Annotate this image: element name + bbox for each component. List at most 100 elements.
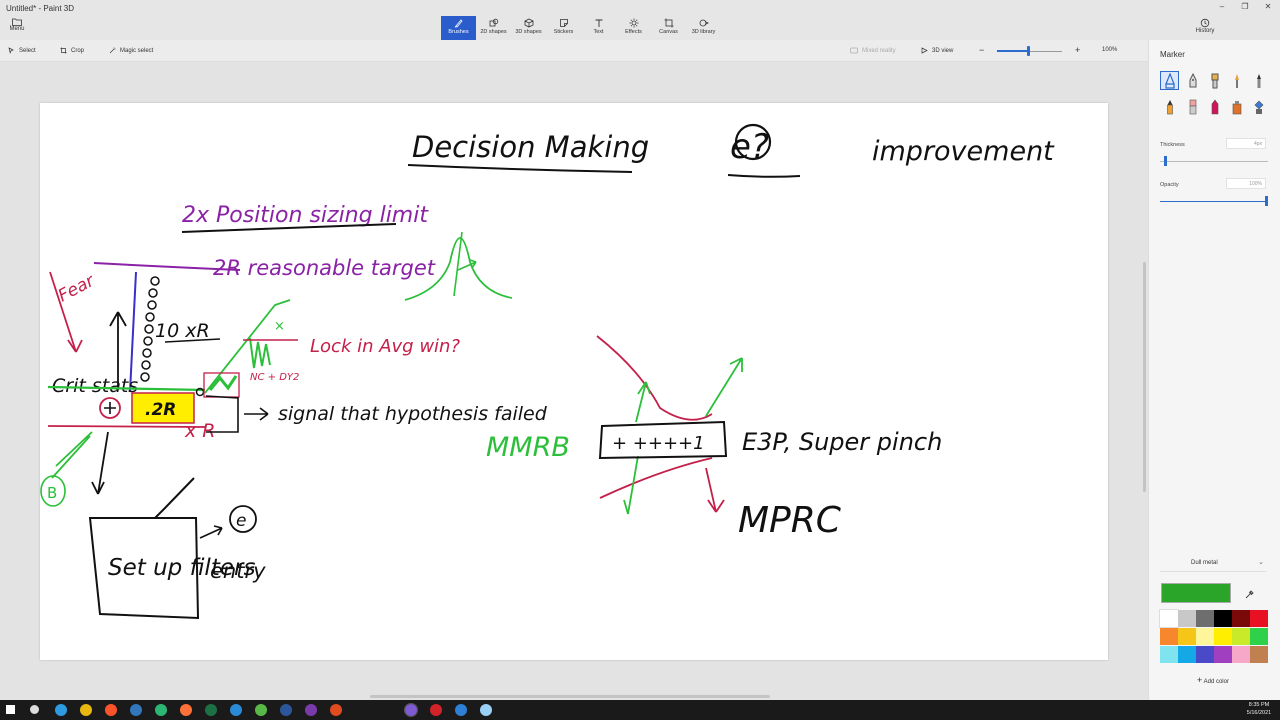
- app-blue-icon[interactable]: [230, 704, 242, 716]
- taskbar-clock[interactable]: 8:35 PM 5/16/2021: [1240, 701, 1278, 717]
- palette-swatch[interactable]: [1214, 610, 1232, 627]
- select-tool[interactable]: Select: [8, 47, 36, 54]
- opacity-slider[interactable]: [1160, 201, 1268, 202]
- zoom-slider-thumb[interactable]: [1027, 46, 1031, 56]
- opacity-input[interactable]: 100%: [1226, 178, 1266, 189]
- palette-swatch[interactable]: [1250, 646, 1268, 663]
- camtasia-icon[interactable]: [255, 704, 267, 716]
- brush-fill[interactable]: [1249, 97, 1268, 116]
- minimize-button[interactable]: –: [1212, 2, 1232, 11]
- mixed-reality-button[interactable]: Mixed reality: [850, 47, 896, 54]
- magic-select-label: Magic select: [120, 47, 154, 54]
- drawing-canvas[interactable]: Decision Making e? improvement 2x Positi…: [40, 103, 1108, 660]
- tab-effects[interactable]: Effects: [616, 16, 651, 40]
- note-ticks: + ++++1: [612, 433, 705, 454]
- eyedropper-button[interactable]: [1244, 587, 1254, 605]
- snip-icon[interactable]: [455, 704, 467, 716]
- pencil-icon: [1166, 99, 1173, 114]
- crop-tool[interactable]: Crop: [60, 47, 84, 54]
- title-bar: Untitled* - Paint 3D Menu Brushes 2D sha…: [0, 0, 1280, 40]
- brush-calligraphy-pen[interactable]: [1183, 71, 1202, 90]
- zoom-out-button[interactable]: −: [979, 45, 984, 55]
- tab-canvas[interactable]: Canvas: [651, 16, 686, 40]
- menu-button[interactable]: Menu: [6, 18, 28, 38]
- app-light-icon[interactable]: [480, 704, 492, 716]
- palette-swatch[interactable]: [1196, 646, 1214, 663]
- excel-icon[interactable]: [205, 704, 217, 716]
- tab-text[interactable]: Text: [581, 16, 616, 40]
- vertical-scrollbar[interactable]: [1143, 262, 1146, 492]
- finish-dropdown[interactable]: Dull metal ⌄: [1160, 556, 1266, 572]
- brush-watercolor[interactable]: [1227, 71, 1246, 90]
- palette-swatch[interactable]: [1196, 610, 1214, 627]
- folder-icon: [12, 18, 22, 26]
- palette-swatch[interactable]: [1250, 610, 1268, 627]
- palette-swatch[interactable]: [1232, 628, 1250, 645]
- brush-pixel-pen[interactable]: [1249, 71, 1268, 90]
- tab-2d-shapes[interactable]: 2D shapes: [476, 16, 511, 40]
- thickness-slider-thumb[interactable]: [1164, 156, 1168, 166]
- palette-swatch[interactable]: [1178, 628, 1196, 645]
- word-icon[interactable]: [280, 704, 292, 716]
- crayon-icon: [1211, 99, 1218, 114]
- chrome-icon[interactable]: [80, 704, 92, 716]
- close-button[interactable]: ✕: [1258, 2, 1278, 11]
- note-b: B: [47, 484, 57, 502]
- brush-eraser[interactable]: [1183, 97, 1202, 116]
- thickness-input[interactable]: 4px: [1226, 138, 1266, 149]
- history-button[interactable]: History: [1192, 18, 1218, 34]
- palette-swatch[interactable]: [1160, 646, 1178, 663]
- palette-swatch[interactable]: [1250, 628, 1268, 645]
- selection-toolbar: Select Crop Magic select Mixed reality 3…: [0, 40, 1148, 62]
- restore-button[interactable]: ❐: [1235, 2, 1255, 11]
- note-improvement: improvement: [872, 136, 1055, 167]
- paint3d-icon[interactable]: [404, 703, 418, 717]
- 3d-view-toggle[interactable]: 3D view: [921, 47, 953, 54]
- horizontal-scrollbar[interactable]: [370, 695, 770, 698]
- brush-pencil[interactable]: [1160, 97, 1179, 116]
- tab-brushes[interactable]: Brushes: [441, 16, 476, 40]
- start-icon[interactable]: [6, 705, 15, 714]
- thickness-slider[interactable]: [1160, 161, 1268, 162]
- note-x-r: x R: [184, 420, 216, 442]
- zoom-value[interactable]: 100%: [1102, 47, 1117, 53]
- palette-swatch[interactable]: [1160, 628, 1178, 645]
- palette-swatch[interactable]: [1232, 610, 1250, 627]
- brush-oil[interactable]: [1205, 71, 1224, 90]
- clock-icon: [1200, 18, 1210, 28]
- brush-marker[interactable]: [1160, 71, 1179, 90]
- add-color-button[interactable]: + Add color: [1160, 671, 1266, 687]
- search-icon[interactable]: [30, 705, 39, 714]
- opacity-slider-thumb[interactable]: [1265, 196, 1268, 206]
- tradingview-icon[interactable]: [155, 704, 167, 716]
- 3d-library-icon: [699, 19, 709, 27]
- recorder-icon[interactable]: [330, 704, 342, 716]
- palette-swatch[interactable]: [1196, 628, 1214, 645]
- current-color-swatch[interactable]: [1161, 583, 1231, 603]
- palette-swatch[interactable]: [1232, 646, 1250, 663]
- fill-bucket-icon: [1254, 100, 1263, 114]
- tab-3d-library[interactable]: 3D library: [686, 16, 721, 40]
- magic-select-tool[interactable]: Magic select: [109, 47, 153, 54]
- note-fear: Fear: [55, 271, 99, 307]
- tab-3d-shapes[interactable]: 3D shapes: [511, 16, 546, 40]
- thickness-label: Thickness: [1160, 142, 1185, 148]
- palette-swatch[interactable]: [1178, 646, 1196, 663]
- palette-swatch[interactable]: [1159, 609, 1179, 628]
- app-red-icon[interactable]: [430, 704, 442, 716]
- tab-stickers[interactable]: Stickers: [546, 16, 581, 40]
- edge-icon[interactable]: [55, 704, 67, 716]
- brush-crayon[interactable]: [1205, 97, 1224, 116]
- firefox-icon[interactable]: [180, 704, 192, 716]
- palette-swatch[interactable]: [1178, 610, 1196, 627]
- palette-swatch[interactable]: [1214, 628, 1232, 645]
- note-signal: signal that hypothesis failed: [278, 403, 548, 425]
- palette-swatch[interactable]: [1214, 646, 1232, 663]
- 3d-view-label: 3D view: [932, 47, 954, 54]
- plus-icon: +: [1197, 675, 1203, 685]
- edge-legacy-icon[interactable]: [130, 704, 142, 716]
- zoom-in-button[interactable]: +: [1075, 45, 1080, 55]
- brush-spray-can[interactable]: [1227, 97, 1246, 116]
- brave-icon[interactable]: [105, 704, 117, 716]
- onenote-icon[interactable]: [305, 704, 317, 716]
